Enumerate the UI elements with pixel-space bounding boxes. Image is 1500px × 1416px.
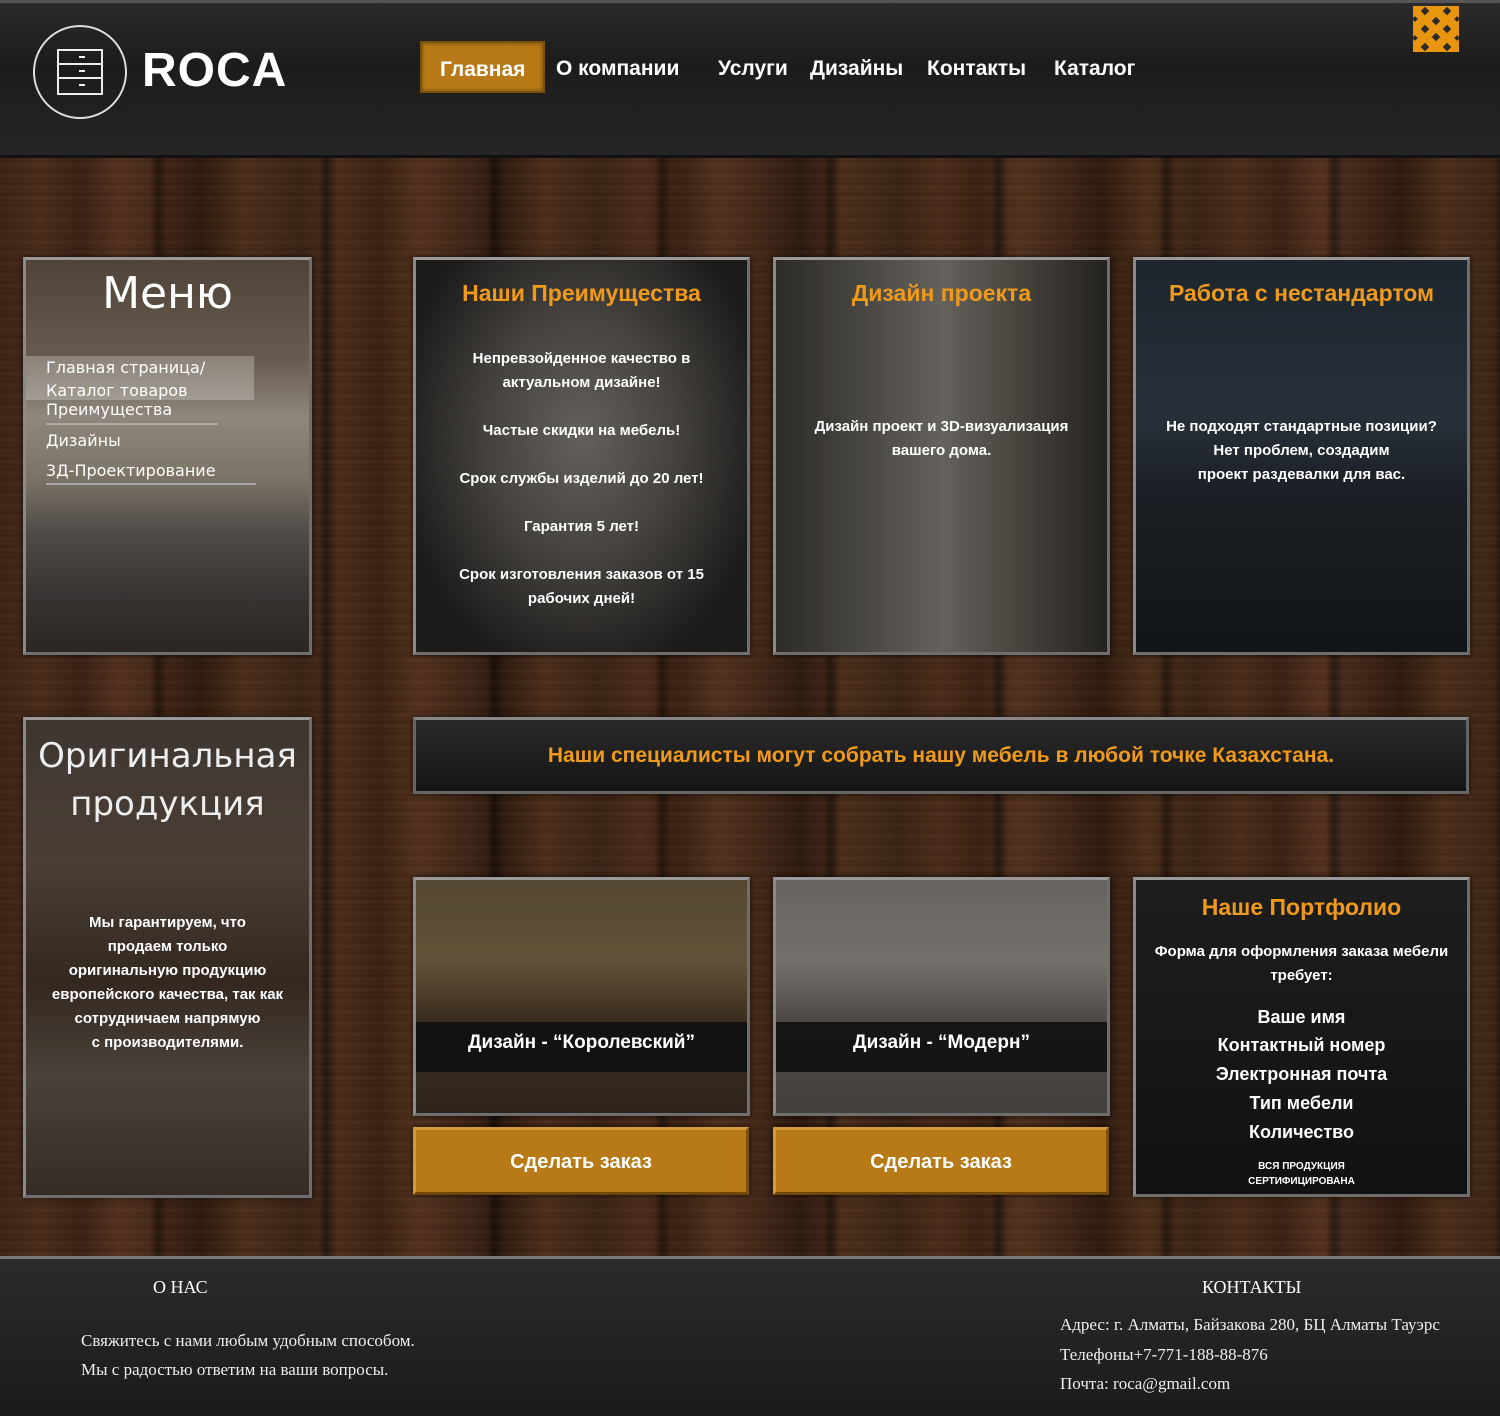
original-text: сотрудничаем напрямую	[74, 1010, 261, 1027]
advantage-line: Непревзойденное качество в	[472, 350, 691, 367]
advantage-line: актуальном дизайне!	[502, 374, 661, 391]
design-project-panel: Дизайн проекта Дизайн проект и 3D-визуал…	[773, 257, 1110, 655]
menu-item-designs[interactable]: Дизайны	[46, 431, 121, 450]
custom-work-title: Работа с нестандартом	[1168, 280, 1435, 306]
advantage-line: Гарантия 5 лет!	[523, 518, 640, 535]
original-products-title: Оригинальная продукция	[26, 732, 309, 828]
design-project-text: Дизайн проект и 3D-визуализация	[814, 418, 1069, 435]
original-products-panel: Оригинальная продукция Мы гарантируем, ч…	[23, 717, 312, 1198]
contact-address: Адрес: г. Алматы, Байзакова 280, БЦ Алма…	[1060, 1315, 1440, 1334]
menu-title: Меню	[102, 268, 233, 319]
title-line: Оригинальная	[38, 736, 297, 776]
design-royal-label: Дизайн - “Королевский”	[416, 1022, 747, 1072]
nav-item-home[interactable]: Главная	[420, 41, 546, 93]
certified-note: СЕРТИФИЦИРОВАНА	[1248, 1176, 1355, 1187]
certified-note: ВСЯ ПРОДУКЦИЯ	[1258, 1161, 1345, 1172]
design-project-text: вашего дома.	[891, 442, 992, 459]
field-email: Электронная почта	[1215, 1064, 1388, 1084]
field-phone: Контактный номер	[1217, 1035, 1386, 1055]
nav-item-services[interactable]: Услуги	[718, 41, 788, 93]
menu-item-advantages[interactable]: Преимущества	[46, 400, 172, 419]
order-button-royal[interactable]: Сделать заказ	[413, 1127, 749, 1195]
nav-item-designs[interactable]: Дизайны	[810, 41, 903, 93]
about-text: Мы с радостью ответим на ваши вопросы.	[81, 1360, 389, 1379]
assembly-banner: Наши специалисты могут собрать нашу мебе…	[413, 717, 1469, 794]
original-text: с производителями.	[91, 1034, 244, 1051]
custom-work-panel: Работа с нестандартом Не подходят станда…	[1133, 257, 1470, 655]
field-furniture-type: Тип мебели	[1249, 1093, 1354, 1113]
site-header: ROCA Главная О компании Услуги Дизайны К…	[0, 0, 1500, 158]
design-project-title: Дизайн проекта	[851, 280, 1032, 306]
dresser-icon[interactable]	[33, 25, 127, 119]
original-text: Мы гарантируем, что	[89, 914, 246, 931]
menu-divider	[46, 483, 256, 485]
menu-item-3d[interactable]: 3Д-Проектирование	[46, 461, 216, 480]
field-name: Ваше имя	[1257, 1007, 1346, 1027]
brand-name[interactable]: ROCA	[142, 43, 287, 98]
contacts-heading: КОНТАКТЫ	[1202, 1277, 1302, 1297]
about-heading: О НАС	[153, 1277, 208, 1297]
original-text: европейского качества, так как	[51, 986, 284, 1003]
menu-item-catalog[interactable]: Главная страница/ Каталог товаров	[46, 356, 266, 402]
advantage-line: Срок изготовления заказов от 15	[459, 566, 704, 583]
portfolio-intro: требует:	[1270, 967, 1333, 984]
title-line: продукция	[70, 784, 265, 824]
nav-item-about[interactable]: О компании	[556, 41, 679, 93]
advantages-panel: Наши Преимущества Непревзойденное качест…	[413, 257, 750, 655]
advantage-line: Частые скидки на мебель!	[482, 422, 681, 439]
menu-panel: Меню Главная страница/ Каталог товаров П…	[23, 257, 312, 655]
menu-divider	[46, 423, 218, 425]
contact-phone[interactable]: Телефоны+7-771-188-88-876	[1060, 1345, 1268, 1365]
about-text: Свяжитесь с нами любым удобным способом.	[81, 1331, 415, 1350]
contact-email[interactable]: Почта: roca@gmail.com	[1060, 1374, 1230, 1394]
original-text: оригинальную продукцию	[68, 962, 267, 979]
design-modern-card[interactable]: Дизайн - “Модерн”	[773, 877, 1110, 1116]
design-modern-label: Дизайн - “Модерн”	[776, 1022, 1107, 1072]
nav-item-catalog[interactable]: Каталог	[1054, 41, 1135, 93]
portfolio-intro: Форма для оформления заказа мебели	[1154, 943, 1449, 960]
advantage-line: рабочих дней!	[527, 590, 636, 607]
field-quantity: Количество	[1249, 1122, 1354, 1142]
original-text: продаем только	[107, 938, 228, 955]
portfolio-title: Наше Портфолио	[1201, 894, 1402, 920]
site-footer: О НАС Свяжитесь с нами любым удобным спо…	[0, 1256, 1500, 1416]
design-royal-card[interactable]: Дизайн - “Королевский”	[413, 877, 750, 1116]
nav-item-contacts[interactable]: Контакты	[927, 41, 1026, 93]
advantage-line: Срок службы изделий до 20 лет!	[459, 470, 704, 487]
advantages-title: Наши Преимущества	[462, 280, 701, 306]
custom-work-text: проект раздевалки для вас.	[1197, 466, 1406, 483]
custom-work-text: Не подходят стандартные позиции?	[1166, 418, 1437, 435]
ornament-icon[interactable]	[1413, 6, 1459, 52]
order-button-modern[interactable]: Сделать заказ	[773, 1127, 1109, 1195]
portfolio-panel: Наше Портфолио Форма для оформления зака…	[1133, 877, 1470, 1197]
custom-work-text: Нет проблем, создадим	[1213, 442, 1390, 459]
